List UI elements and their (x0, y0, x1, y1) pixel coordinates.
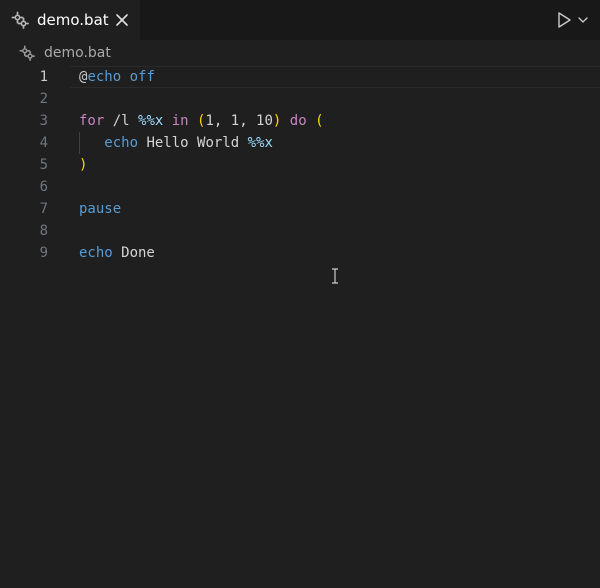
code-text: pause (79, 198, 121, 220)
line-number: 6 (39, 179, 48, 195)
close-icon[interactable] (112, 10, 132, 30)
code-token: do (289, 113, 307, 129)
line-number: 7 (39, 201, 48, 217)
code-token: ( (315, 113, 324, 129)
code-line[interactable]: 5) (0, 154, 600, 176)
line-number: 4 (39, 135, 48, 151)
tab-bar: demo.bat (0, 0, 600, 40)
line-number: 8 (39, 223, 48, 239)
code-text: for /l %%x in (1, 1, 10) do ( (79, 110, 324, 132)
line-number: 1 (39, 69, 48, 85)
gear-icon (19, 45, 35, 61)
line-number: 5 (39, 157, 48, 173)
breadcrumb-file[interactable]: demo.bat (44, 44, 111, 62)
code-text: @echo off (79, 66, 155, 88)
text-cursor-icon (332, 268, 338, 284)
code-line[interactable]: 4 echo Hello World %%x (0, 132, 600, 154)
code-editor[interactable]: 1 @echo off 2 3 for /l %%x in (1, 1, 10) do … (0, 66, 600, 588)
code-text: ) (79, 154, 87, 176)
play-icon[interactable] (554, 10, 574, 30)
code-token: Done (112, 245, 155, 261)
code-text: echo Done (79, 242, 155, 264)
code-line[interactable]: 2 (0, 88, 600, 110)
code-token: echo off (87, 69, 155, 85)
code-token: echo (104, 135, 139, 151)
code-token: %%x (138, 113, 164, 129)
code-line[interactable]: 9 echo Done (0, 242, 600, 264)
code-line[interactable]: 3 for /l %%x in (1, 1, 10) do ( (0, 110, 600, 132)
code-line[interactable]: 8 (0, 220, 600, 242)
code-token: 1, 1, 10 (205, 113, 273, 129)
tab-demo-bat[interactable]: demo.bat (0, 0, 140, 40)
code-token: %%x (247, 135, 273, 151)
code-token: Hello World (138, 135, 248, 151)
line-number: 3 (39, 113, 48, 129)
tab-label: demo.bat (37, 11, 109, 29)
code-line[interactable]: 6 (0, 176, 600, 198)
code-token: echo (79, 245, 113, 261)
code-line[interactable]: 7 pause (0, 198, 600, 220)
code-token: in (171, 113, 189, 129)
code-line[interactable]: 1 @echo off (0, 66, 600, 88)
code-token: /l (104, 113, 139, 129)
code-token: pause (79, 201, 122, 217)
gear-icon (11, 11, 29, 29)
line-number: 2 (39, 91, 48, 107)
line-number: 9 (39, 245, 48, 261)
code-text: echo Hello World %%x (79, 132, 273, 154)
breadcrumb: demo.bat (0, 40, 600, 66)
chevron-down-icon[interactable] (576, 13, 590, 27)
code-token: for (79, 113, 105, 129)
code-token: ) (79, 157, 88, 173)
